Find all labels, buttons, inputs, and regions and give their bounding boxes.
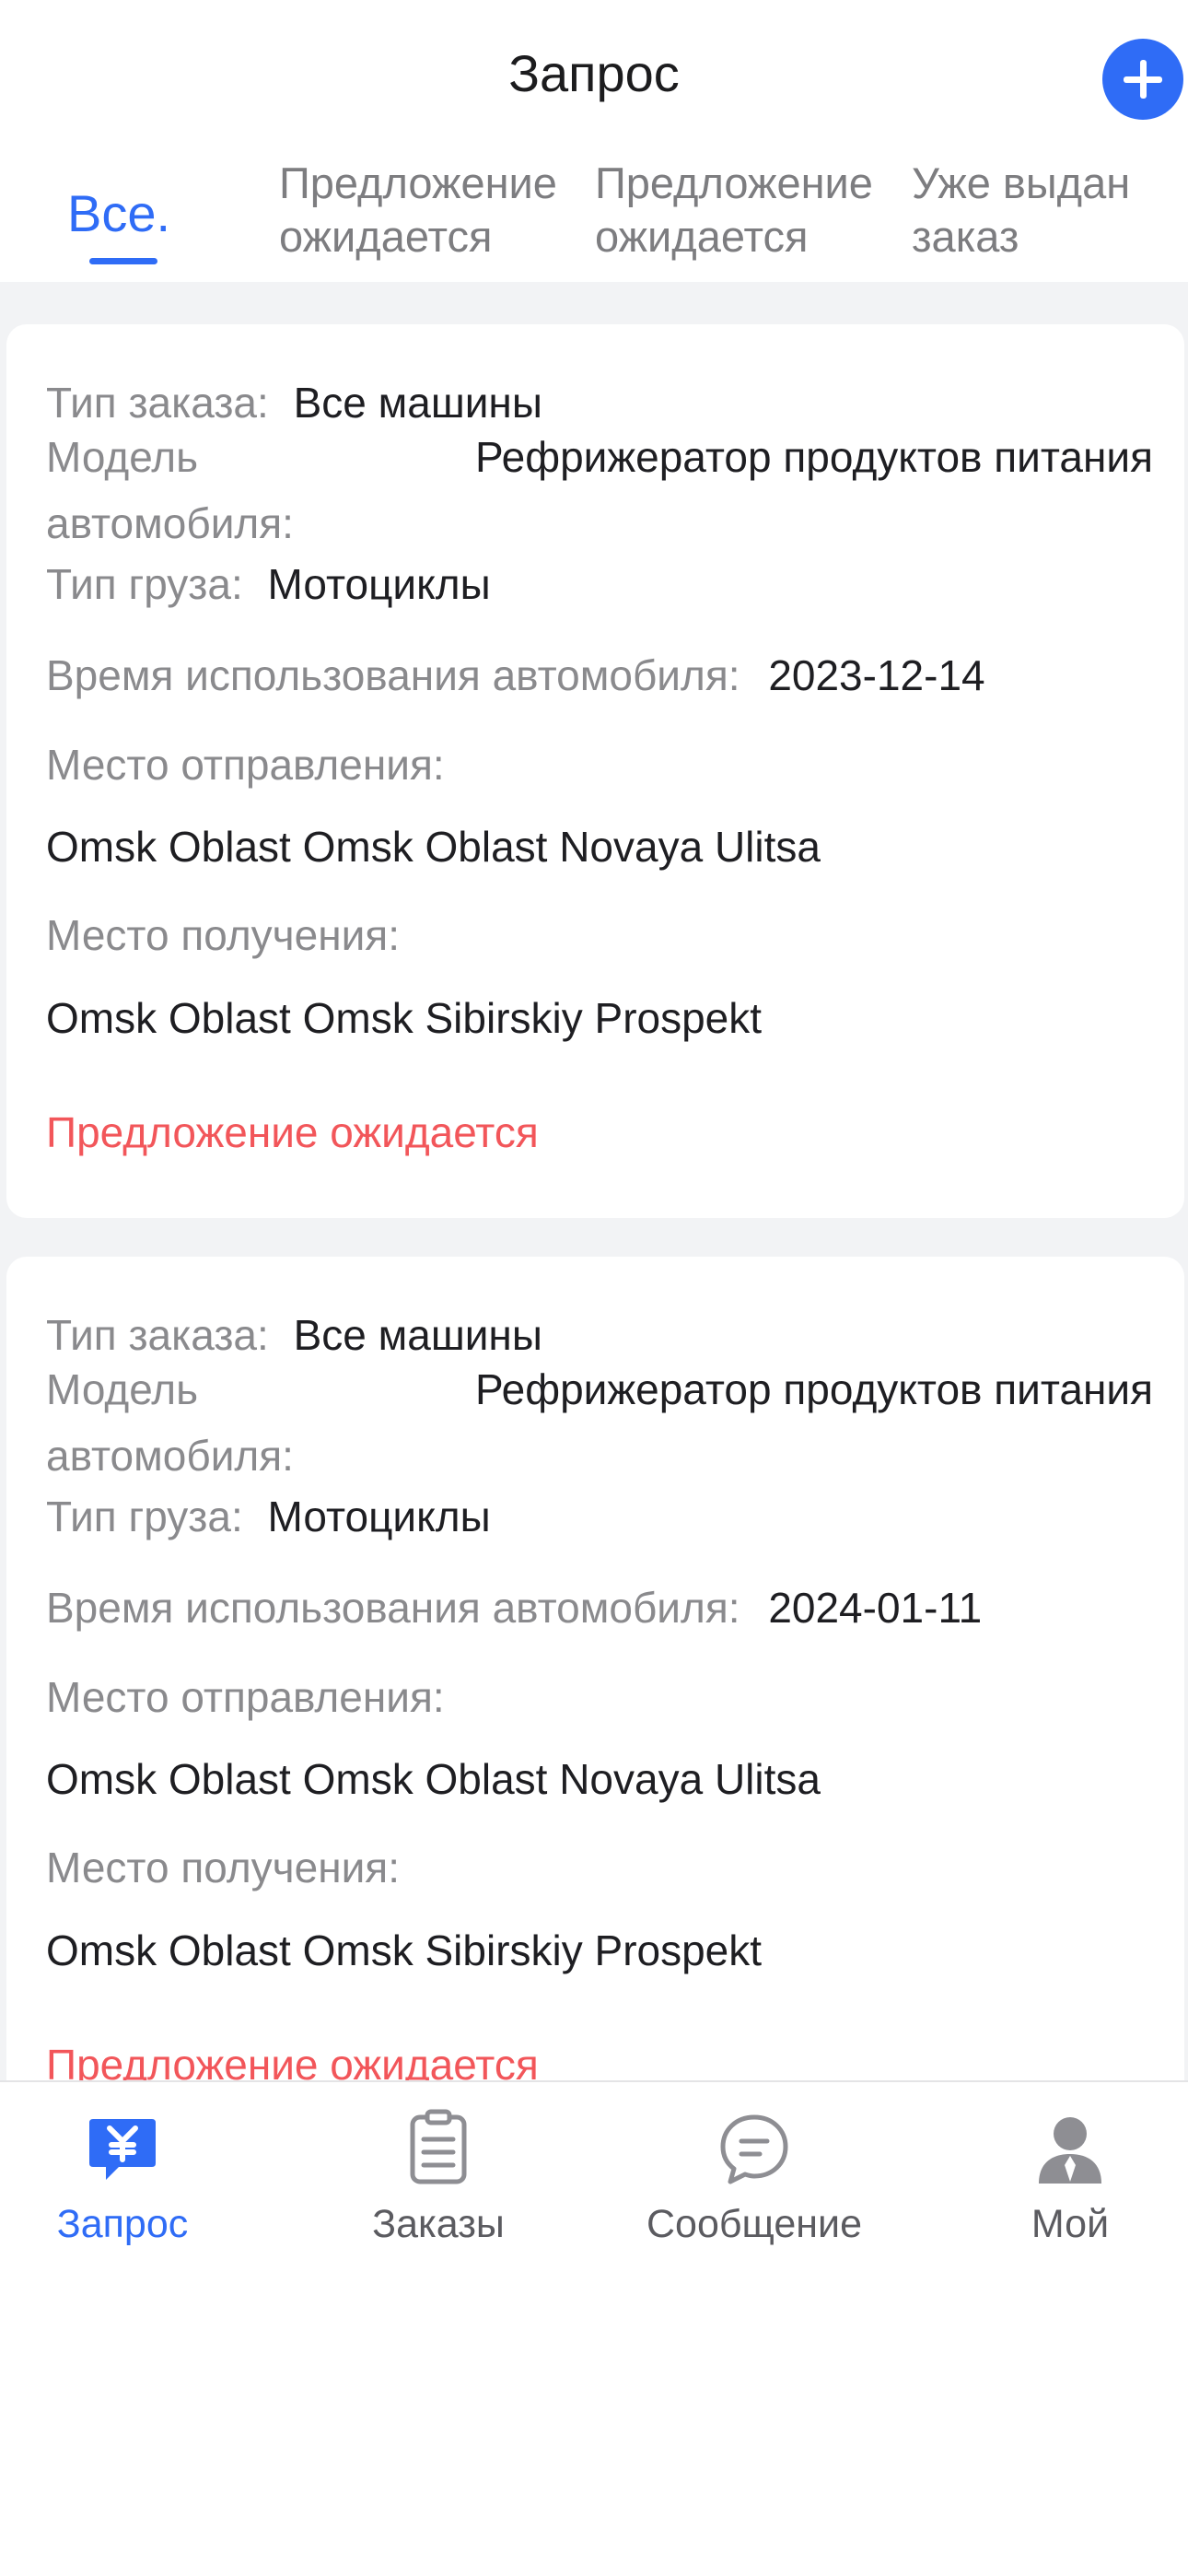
- tab-order-issued[interactable]: Уже выдан заказ: [912, 157, 1179, 263]
- tab-offer-pending[interactable]: Предложение ожидается: [279, 157, 592, 263]
- departure-address: Omsk Oblast Omsk Oblast Novaya Ulitsa: [46, 823, 821, 871]
- use-time-label: Время использования автомобиля:: [46, 651, 740, 699]
- use-time-value: 2024-01-11: [768, 1584, 983, 1632]
- nav-label-request: Запрос: [56, 2202, 189, 2246]
- nav-label-profile: Мой: [1031, 2202, 1110, 2246]
- nav-item-message[interactable]: Сообщение: [644, 2082, 865, 2266]
- orders-icon: [410, 2109, 467, 2184]
- order-type-label: Тип заказа:: [46, 379, 269, 427]
- use-time-row: Время использования автомобиля: 2023-12-…: [46, 643, 985, 708]
- use-time-label: Время использования автомобиля:: [46, 1584, 740, 1632]
- order-type-value: Все машины: [293, 379, 542, 427]
- use-time-value: 2023-12-14: [768, 651, 985, 699]
- status-text: Предложение ожидается: [46, 2041, 539, 2080]
- car-model-value: Рефрижератор продуктов питания: [475, 1365, 1154, 1413]
- arrival-address: Omsk Oblast Omsk Sibirskiy Prospekt: [46, 1926, 763, 1974]
- tab-offer-pending-2[interactable]: Предложение ожидается: [595, 157, 908, 263]
- arrival-label: Место получения:: [46, 911, 400, 959]
- app-screen: Запрос Все. Предложение ожидается Предло…: [0, 0, 1188, 2576]
- nav-label-orders: Заказы: [372, 2202, 505, 2246]
- filter-tabs: Все. Предложение ожидается Предложение о…: [0, 157, 1188, 276]
- status-text: Предложение ожидается: [46, 1108, 539, 1156]
- order-type-label: Тип заказа:: [46, 1311, 269, 1359]
- car-model-label: Модель автомобиля:: [46, 433, 294, 547]
- cargo-type-row: Тип груза: Мотоциклы: [46, 552, 491, 616]
- nav-item-orders[interactable]: Заказы: [328, 2082, 549, 2266]
- cargo-type-row: Тип груза: Мотоциклы: [46, 1484, 491, 1549]
- cargo-type-value: Мотоциклы: [267, 1493, 491, 1540]
- departure-label: Место отправления:: [46, 1673, 445, 1721]
- cargo-type-label: Тип груза:: [46, 560, 243, 608]
- request-icon: [89, 2119, 156, 2180]
- nav-item-request[interactable]: Запрос: [12, 2082, 233, 2266]
- departure-label-row: Место отправления:: [46, 1665, 445, 1729]
- header: Запрос: [0, 0, 1188, 149]
- departure-label: Место отправления:: [46, 741, 445, 789]
- nav-label-message: Сообщение: [646, 2202, 862, 2246]
- request-card[interactable]: Тип заказа: Все машины Модель автомобиля…: [6, 1257, 1184, 2080]
- page-title: Запрос: [508, 44, 680, 102]
- plus-icon: [1124, 60, 1162, 99]
- request-card[interactable]: Тип заказа: Все машины Модель автомобиля…: [6, 324, 1184, 1218]
- active-tab-indicator: [89, 258, 157, 264]
- car-model-label: Модель автомобиля:: [46, 1365, 294, 1480]
- car-model-value: Рефрижератор продуктов питания: [475, 433, 1154, 481]
- departure-label-row: Место отправления:: [46, 732, 445, 797]
- arrival-label-row: Место получения:: [46, 1835, 400, 1900]
- bottom-navigation: Запрос Заказы Сообщение Мой: [0, 2080, 1188, 2265]
- message-icon: [720, 2114, 788, 2184]
- arrival-label: Место получения:: [46, 1844, 400, 1891]
- use-time-row: Время использования автомобиля: 2024-01-…: [46, 1575, 982, 1640]
- arrival-label-row: Место получения:: [46, 903, 400, 967]
- blank-area: [0, 2265, 1188, 2576]
- request-list: Тип заказа: Все машины Модель автомобиля…: [0, 282, 1188, 2080]
- departure-address: Omsk Oblast Omsk Oblast Novaya Ulitsa: [46, 1755, 821, 1803]
- add-request-button[interactable]: [1102, 39, 1183, 120]
- tab-all[interactable]: Все.: [67, 184, 170, 243]
- arrival-address: Omsk Oblast Omsk Sibirskiy Prospekt: [46, 994, 763, 1042]
- profile-icon: [1039, 2117, 1101, 2184]
- cargo-type-value: Мотоциклы: [267, 560, 491, 608]
- order-type-value: Все машины: [293, 1311, 542, 1359]
- cargo-type-label: Тип груза:: [46, 1493, 243, 1540]
- nav-item-profile[interactable]: Мой: [960, 2082, 1181, 2266]
